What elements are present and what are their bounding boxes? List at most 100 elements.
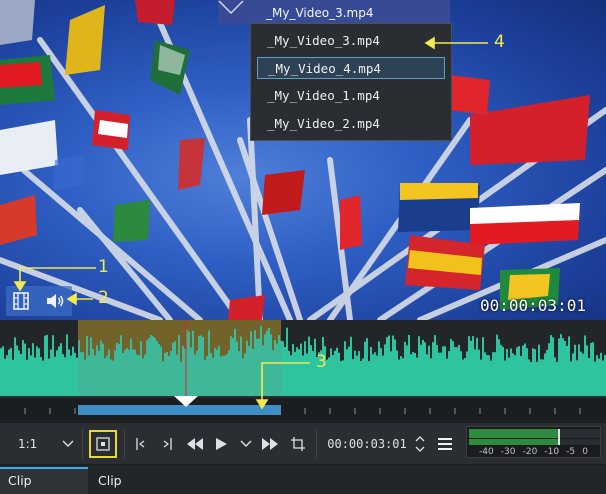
waveform-sample [474, 349, 476, 396]
waveform-sample [480, 359, 482, 396]
waveform-sample [178, 335, 180, 396]
waveform-sample [208, 330, 210, 396]
waveform-sample [358, 351, 360, 396]
waveform-sample [594, 361, 596, 396]
waveform-sample [92, 348, 94, 396]
zone-select-button[interactable] [89, 430, 117, 458]
waveform-sample [372, 354, 374, 396]
video-toggle-button[interactable] [9, 289, 33, 313]
waveform-sample [532, 348, 534, 396]
set-zone-out-button[interactable] [156, 431, 178, 457]
tab-clip-monitor[interactable]: Clip Monitor [0, 467, 88, 494]
audio-waveform [0, 320, 606, 396]
timecode-field[interactable]: 00:00:03:01 [322, 431, 412, 457]
waveform-sample [252, 348, 254, 396]
waveform-sample [74, 352, 76, 396]
audio-level-meter: -40 -30 -20 -10 -5 0 [466, 426, 601, 458]
waveform-sample [406, 345, 408, 396]
waveform-sample [156, 341, 158, 396]
timeline-ruler[interactable] [0, 396, 606, 422]
waveform-sample [310, 345, 312, 396]
waveform-sample [306, 353, 308, 396]
play-options-button[interactable] [236, 431, 256, 457]
waveform-sample [444, 346, 446, 396]
waveform-sample [86, 336, 88, 396]
waveform-sample [182, 346, 184, 396]
waveform-sample [282, 341, 284, 396]
menu-item-clip-selected[interactable]: _My_Video_4.mp4 [257, 57, 445, 79]
waveform-sample [520, 355, 522, 396]
zoom-value[interactable]: 1:1 [10, 431, 56, 457]
crop-button[interactable] [287, 431, 309, 457]
meter-channel-left [469, 429, 560, 438]
forward-button[interactable] [259, 431, 281, 457]
waveform-sample [258, 338, 260, 396]
waveform-sample [30, 355, 32, 396]
waveform-sample [12, 359, 14, 396]
waveform-sample [490, 360, 492, 396]
menu-button[interactable] [434, 431, 456, 457]
clip-selector[interactable]: _My_Video_3.mp4 [218, 0, 450, 24]
waveform-sample [496, 334, 498, 396]
timecode-spinner[interactable] [412, 431, 428, 457]
waveform-sample [574, 344, 576, 396]
waveform-sample [140, 341, 142, 396]
waveform-sample [250, 331, 252, 396]
waveform-sample [132, 349, 134, 396]
play-button[interactable] [210, 431, 232, 457]
waveform-sample [544, 353, 546, 396]
waveform-sample [202, 337, 204, 396]
menu-item-clip[interactable]: _My_Video_3.mp4 [257, 30, 445, 52]
menu-item-clip[interactable]: _My_Video_1.mp4 [257, 85, 445, 107]
waveform-sample [148, 337, 150, 396]
waveform-sample [176, 354, 178, 396]
waveform-sample [364, 341, 366, 396]
waveform-sample [44, 335, 46, 396]
waveform-sample [290, 355, 292, 396]
waveform-sample [260, 326, 262, 396]
waveform-sample [334, 350, 336, 396]
waveform-sample [554, 357, 556, 396]
set-zone-in-button[interactable] [130, 431, 152, 457]
waveform-sample [312, 350, 314, 396]
waveform-sample [2, 346, 4, 396]
waveform-sample [350, 336, 352, 396]
waveform-sample [262, 345, 264, 396]
waveform-sample [56, 350, 58, 396]
menu-item-clip[interactable]: _My_Video_2.mp4 [257, 113, 445, 135]
waveform-sample [440, 352, 442, 396]
playhead-marker[interactable] [174, 396, 198, 408]
waveform-sample [276, 343, 278, 396]
waveform-sample [24, 343, 26, 396]
waveform-sample [498, 339, 500, 396]
waveform-sample [272, 350, 274, 396]
waveform-sample [76, 357, 78, 396]
waveform-sample [152, 336, 154, 396]
play-icon [216, 438, 227, 450]
waveform-sample [460, 351, 462, 396]
rewind-button[interactable] [184, 431, 206, 457]
waveform-sample [534, 349, 536, 396]
tab-clip-properties[interactable]: Clip Properties [90, 467, 190, 494]
waveform-sample [590, 342, 592, 396]
waveform-sample [222, 355, 224, 396]
zoom-dropdown-button[interactable] [58, 431, 78, 457]
waveform-sample [172, 342, 174, 396]
waveform-sample [14, 337, 16, 396]
waveform-sample [540, 359, 542, 396]
waveform-sample [448, 351, 450, 396]
waveform-sample [98, 350, 100, 396]
clip-dropdown-menu: _My_Video_3.mp4 _My_Video_4.mp4 _My_Vide… [250, 23, 452, 141]
waveform-sample [150, 334, 152, 396]
audio-toggle-button[interactable] [43, 289, 67, 313]
waveform-sample [512, 353, 514, 396]
waveform-sample [180, 361, 182, 396]
waveform-sample [270, 334, 272, 396]
waveform-sample [82, 352, 84, 396]
waveform-sample [402, 358, 404, 396]
waveform-sample [382, 355, 384, 396]
waveform-sample [240, 336, 242, 396]
waveform-sample [116, 342, 118, 396]
waveform-sample [458, 344, 460, 396]
waveform-sample [248, 346, 250, 396]
